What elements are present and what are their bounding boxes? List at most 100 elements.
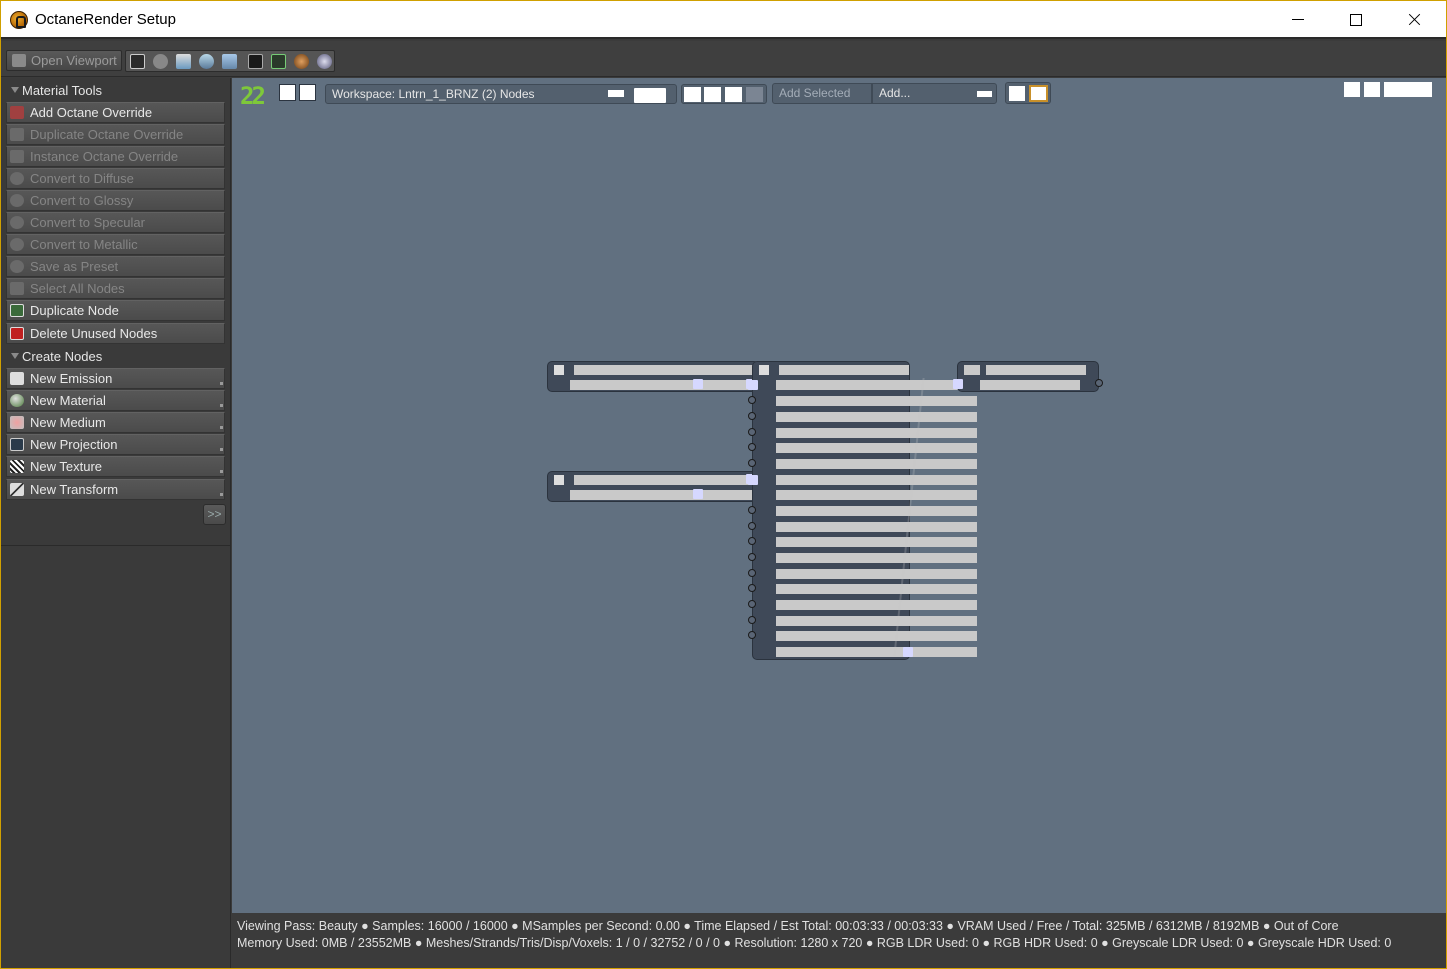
node-input-pin[interactable]	[748, 616, 756, 624]
select-nodes-icon	[10, 282, 24, 295]
instance-octane-override-button[interactable]: Instance Octane Override	[6, 146, 225, 167]
kernel-icon[interactable]	[199, 54, 214, 69]
node-input-pin[interactable]	[748, 569, 756, 577]
select-all-nodes-button[interactable]: Select All Nodes	[6, 278, 225, 299]
node-editor-canvas[interactable]: 22 Workspace: Lntrn_1_BRNZ (2) Nodes Add…	[232, 78, 1446, 913]
monitor-icon[interactable]	[271, 54, 286, 69]
add-octane-override-button[interactable]: Add Octane Override	[6, 102, 225, 123]
node-input-pin[interactable]	[748, 553, 756, 561]
node-input-pin-connected[interactable]	[748, 475, 758, 485]
duplicate-octane-override-button[interactable]: Duplicate Octane Override	[6, 124, 225, 145]
node-param-bar	[776, 522, 977, 532]
node-title-bar	[986, 365, 1086, 375]
convert-to-diffuse-button[interactable]: Convert to Diffuse	[6, 168, 225, 189]
maximize-button[interactable]	[1327, 1, 1385, 39]
new-projection-button[interactable]: New Projection	[6, 434, 225, 455]
node-output-pin[interactable]	[693, 489, 703, 499]
save-as-preset-button[interactable]: Save as Preset	[6, 256, 225, 277]
editor-toggle-2[interactable]	[299, 84, 316, 101]
duplicate-node-button[interactable]: Duplicate Node	[6, 300, 225, 321]
settings-wheel-icon[interactable]	[317, 54, 332, 69]
render-settings-icon[interactable]	[176, 54, 191, 69]
new-transform-button[interactable]: New Transform	[6, 479, 225, 500]
node-input-pin[interactable]	[748, 600, 756, 608]
node-input-pin[interactable]	[748, 412, 756, 420]
menu-indicator	[220, 470, 223, 473]
mode-button-1[interactable]	[1009, 86, 1025, 101]
add-selected-button[interactable]: Add Selected	[772, 83, 872, 104]
expand-panel-button[interactable]: >>	[203, 504, 226, 525]
convert-icon	[10, 172, 24, 185]
convert-icon	[10, 194, 24, 207]
menu-indicator	[220, 493, 223, 496]
camera-icon[interactable]	[153, 54, 168, 69]
node-middle-left[interactable]	[547, 471, 759, 502]
node-param-bar	[776, 396, 977, 406]
menu-indicator	[220, 382, 223, 385]
node-input-pin[interactable]	[748, 396, 756, 404]
status-line-1: Viewing Pass: Beauty ● Samples: 16000 / …	[237, 919, 1339, 933]
create-nodes-header[interactable]: Create Nodes	[6, 349, 225, 365]
editor-corner-button-3[interactable]	[1384, 82, 1432, 97]
material-tools-header[interactable]: Material Tools	[6, 83, 225, 99]
node-input-pin-connected[interactable]	[953, 379, 963, 389]
view-button-1[interactable]	[684, 87, 701, 102]
console-icon[interactable]	[248, 54, 263, 69]
node-input-pin[interactable]	[748, 459, 756, 467]
convert-to-specular-button[interactable]: Convert to Specular	[6, 212, 225, 233]
new-emission-button[interactable]: New Emission	[6, 368, 225, 389]
material-icon	[10, 394, 24, 407]
button-label: New Transform	[30, 482, 119, 497]
workspace-dropdown-icon[interactable]	[608, 90, 624, 97]
node-input-pin[interactable]	[748, 631, 756, 639]
new-medium-button[interactable]: New Medium	[6, 412, 225, 433]
node-graph-icon[interactable]	[130, 54, 145, 69]
node-top-left[interactable]	[547, 361, 759, 392]
workspace-selector[interactable]: Workspace: Lntrn_1_BRNZ (2) Nodes	[325, 84, 677, 104]
button-label: New Medium	[30, 415, 106, 430]
editor-corner-button-1[interactable]	[1344, 82, 1360, 97]
button-label: New Material	[30, 393, 106, 408]
node-input-pin[interactable]	[748, 428, 756, 436]
render-status-bar: Viewing Pass: Beauty ● Samples: 16000 / …	[232, 913, 1446, 968]
node-output-pin[interactable]	[903, 647, 913, 657]
open-viewport-button[interactable]: Open Viewport	[6, 50, 122, 71]
node-output-pin[interactable]	[1095, 379, 1103, 387]
close-button[interactable]	[1385, 1, 1443, 39]
convert-to-glossy-button[interactable]: Convert to Glossy	[6, 190, 225, 211]
node-input-pin[interactable]	[748, 537, 756, 545]
node-input-pin[interactable]	[748, 443, 756, 451]
duplicate-node-icon	[10, 304, 24, 317]
view-button-2[interactable]	[704, 87, 721, 102]
editor-corner-button-2[interactable]	[1364, 82, 1380, 97]
delete-unused-nodes-button[interactable]: Delete Unused Nodes	[6, 323, 225, 344]
octane-render-setup-window: OctaneRender Setup Open Viewport Materia…	[0, 0, 1447, 969]
editor-toggle-1[interactable]	[279, 84, 296, 101]
projection-icon	[10, 438, 24, 451]
workspace-action-button[interactable]	[634, 88, 666, 103]
new-material-button[interactable]: New Material	[6, 390, 225, 411]
view-button-3[interactable]	[725, 87, 742, 102]
layers-icon[interactable]	[222, 54, 237, 69]
view-button-4[interactable]	[746, 87, 763, 102]
new-texture-button[interactable]: New Texture	[6, 456, 225, 477]
mode-button-2-active[interactable]	[1029, 85, 1048, 102]
open-viewport-label: Open Viewport	[31, 53, 117, 68]
minimize-button[interactable]	[1269, 1, 1327, 39]
node-input-pin[interactable]	[748, 506, 756, 514]
node-title-bar	[574, 365, 754, 375]
duplicate-override-icon	[10, 128, 24, 141]
node-output-pin[interactable]	[693, 379, 703, 389]
material-ball-icon[interactable]	[294, 54, 309, 69]
node-param-bar	[776, 631, 977, 641]
button-label: Convert to Metallic	[30, 237, 138, 252]
node-input-pin-connected[interactable]	[748, 380, 758, 390]
node-input-pin[interactable]	[748, 584, 756, 592]
convert-to-metallic-button[interactable]: Convert to Metallic	[6, 234, 225, 255]
node-input-pin[interactable]	[748, 522, 756, 530]
node-material-main[interactable]	[748, 361, 977, 660]
window-title: OctaneRender Setup	[35, 11, 176, 28]
node-output-right[interactable]	[953, 361, 1103, 392]
add-node-dropdown[interactable]: Add...	[872, 83, 997, 104]
node-header-icon	[964, 365, 980, 375]
